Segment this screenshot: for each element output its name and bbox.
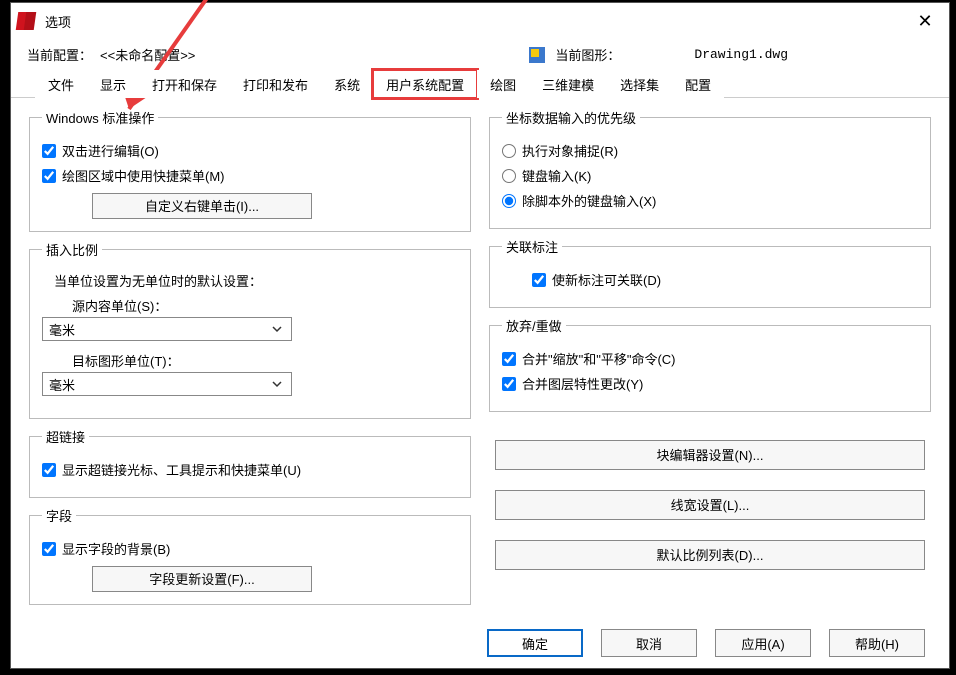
source-units-value: 毫米 — [49, 320, 75, 339]
tab-display[interactable]: 显示 — [87, 70, 139, 98]
tab-profiles[interactable]: 配置 — [672, 70, 724, 98]
chk-field-bg[interactable]: 显示字段的背景(B) — [42, 539, 458, 558]
source-units-select[interactable]: 毫米 — [42, 317, 292, 341]
chk-combine-zoom-pan-input[interactable] — [502, 352, 516, 366]
cancel-button[interactable]: 取消 — [601, 629, 697, 657]
radio-keyboard-input[interactable] — [502, 169, 516, 183]
chk-field-bg-label: 显示字段的背景(B) — [62, 539, 170, 558]
group-coord-priority: 坐标数据输入的优先级 执行对象捕捉(R) 键盘输入(K) 除脚本外的键盘输入(X… — [489, 108, 931, 229]
drawing-icon — [529, 47, 545, 63]
rightclick-customize-button[interactable]: 自定义右键单击(I)... — [92, 193, 312, 219]
radio-osnap-label: 执行对象捕捉(R) — [522, 141, 618, 160]
tab-user-preferences[interactable]: 用户系统配置 — [373, 70, 477, 98]
radio-keyboard-except-scripts-input[interactable] — [502, 194, 516, 208]
group-legend: Windows 标准操作 — [42, 108, 158, 127]
group-legend: 插入比例 — [42, 240, 102, 259]
group-associative-dims: 关联标注 使新标注可关联(D) — [489, 237, 931, 308]
drawing-name: Drawing1.dwg — [694, 47, 788, 62]
tab-drafting[interactable]: 绘图 — [477, 70, 529, 98]
tab-open-save[interactable]: 打开和保存 — [139, 70, 230, 98]
chk-shortcut-menus[interactable]: 绘图区域中使用快捷菜单(M) — [42, 166, 458, 185]
default-scale-list-button[interactable]: 默认比例列表(D)... — [495, 540, 925, 570]
chk-shortcut-menus-input[interactable] — [42, 169, 56, 183]
group-undo-redo: 放弃/重做 合并"缩放"和"平移"命令(C) 合并图层特性更改(Y) — [489, 316, 931, 412]
ok-button[interactable]: 确定 — [487, 629, 583, 657]
chk-hyperlink-input[interactable] — [42, 463, 56, 477]
body: Windows 标准操作 双击进行编辑(O) 绘图区域中使用快捷菜单(M) 自定… — [11, 98, 949, 613]
chk-doubleclick-edit-label: 双击进行编辑(O) — [62, 141, 159, 160]
chk-assoc-dim[interactable]: 使新标注可关联(D) — [532, 270, 918, 289]
group-legend: 坐标数据输入的优先级 — [502, 108, 640, 127]
tab-plot[interactable]: 打印和发布 — [230, 70, 321, 98]
chk-combine-zoom-pan[interactable]: 合并"缩放"和"平移"命令(C) — [502, 349, 918, 368]
group-legend: 放弃/重做 — [502, 316, 566, 335]
group-legend: 关联标注 — [502, 237, 562, 256]
tab-3d[interactable]: 三维建模 — [529, 70, 607, 98]
autocad-icon — [17, 11, 37, 31]
radio-keyboard[interactable]: 键盘输入(K) — [502, 166, 918, 185]
chk-combine-layer-label: 合并图层特性更改(Y) — [522, 374, 643, 393]
chk-assoc-dim-input[interactable] — [532, 273, 546, 287]
right-column: 坐标数据输入的优先级 执行对象捕捉(R) 键盘输入(K) 除脚本外的键盘输入(X… — [489, 108, 931, 605]
tab-system[interactable]: 系统 — [321, 70, 373, 98]
radio-keyboard-label: 键盘输入(K) — [522, 166, 591, 185]
tab-file[interactable]: 文件 — [35, 70, 87, 98]
chk-hyperlink-label: 显示超链接光标、工具提示和快捷菜单(U) — [62, 460, 301, 479]
chk-assoc-dim-label: 使新标注可关联(D) — [552, 270, 661, 289]
chevron-down-icon — [269, 321, 285, 337]
group-legend: 超链接 — [42, 427, 89, 446]
chk-field-bg-input[interactable] — [42, 542, 56, 556]
chk-doubleclick-edit-input[interactable] — [42, 144, 56, 158]
block-editor-settings-button[interactable]: 块编辑器设置(N)... — [495, 440, 925, 470]
chevron-down-icon — [269, 376, 285, 392]
group-fields: 字段 显示字段的背景(B) 字段更新设置(F)... — [29, 506, 471, 605]
group-insert-scale: 插入比例 当单位设置为无单位时的默认设置： 源内容单位(S)： 毫米 目标图形单… — [29, 240, 471, 419]
profile-label: 当前配置： — [27, 45, 92, 64]
close-button[interactable]: ✕ — [907, 6, 943, 36]
help-button[interactable]: 帮助(H) — [829, 629, 925, 657]
radio-keyboard-except-scripts-label: 除脚本外的键盘输入(X) — [522, 191, 656, 210]
lineweight-settings-button[interactable]: 线宽设置(L)... — [495, 490, 925, 520]
footer-buttons: 确定 取消 应用(A) 帮助(H) — [11, 613, 949, 657]
options-dialog: 选项 ✕ 当前配置： <<未命名配置>> 当前图形： Drawing1.dwg … — [10, 2, 950, 669]
left-column: Windows 标准操作 双击进行编辑(O) 绘图区域中使用快捷菜单(M) 自定… — [29, 108, 471, 605]
radio-keyboard-except-scripts[interactable]: 除脚本外的键盘输入(X) — [502, 191, 918, 210]
chk-combine-layer[interactable]: 合并图层特性更改(Y) — [502, 374, 918, 393]
group-legend: 字段 — [42, 506, 76, 525]
radio-osnap-input[interactable] — [502, 144, 516, 158]
radio-osnap[interactable]: 执行对象捕捉(R) — [502, 141, 918, 160]
drawing-label: 当前图形： — [555, 45, 620, 64]
chk-combine-layer-input[interactable] — [502, 377, 516, 391]
tab-selection[interactable]: 选择集 — [607, 70, 672, 98]
apply-button[interactable]: 应用(A) — [715, 629, 811, 657]
chk-shortcut-menus-label: 绘图区域中使用快捷菜单(M) — [62, 166, 225, 185]
tab-bar: 文件 显示 打开和保存 打印和发布 系统 用户系统配置 绘图 三维建模 选择集 … — [11, 72, 949, 98]
target-units-label: 目标图形单位(T)： — [72, 351, 458, 370]
target-units-select[interactable]: 毫米 — [42, 372, 292, 396]
source-units-label: 源内容单位(S)： — [72, 296, 458, 315]
profile-info-row: 当前配置： <<未命名配置>> 当前图形： Drawing1.dwg — [11, 39, 949, 72]
profile-value: <<未命名配置>> — [100, 45, 195, 64]
group-windows-standard: Windows 标准操作 双击进行编辑(O) 绘图区域中使用快捷菜单(M) 自定… — [29, 108, 471, 232]
field-update-settings-button[interactable]: 字段更新设置(F)... — [92, 566, 312, 592]
group-hyperlink: 超链接 显示超链接光标、工具提示和快捷菜单(U) — [29, 427, 471, 498]
title-bar: 选项 ✕ — [11, 3, 949, 39]
target-units-value: 毫米 — [49, 375, 75, 394]
insert-scale-desc: 当单位设置为无单位时的默认设置： — [54, 271, 458, 290]
dialog-title: 选项 — [45, 12, 907, 31]
chk-doubleclick-edit[interactable]: 双击进行编辑(O) — [42, 141, 458, 160]
chk-hyperlink[interactable]: 显示超链接光标、工具提示和快捷菜单(U) — [42, 460, 458, 479]
chk-combine-zoom-pan-label: 合并"缩放"和"平移"命令(C) — [522, 349, 676, 368]
